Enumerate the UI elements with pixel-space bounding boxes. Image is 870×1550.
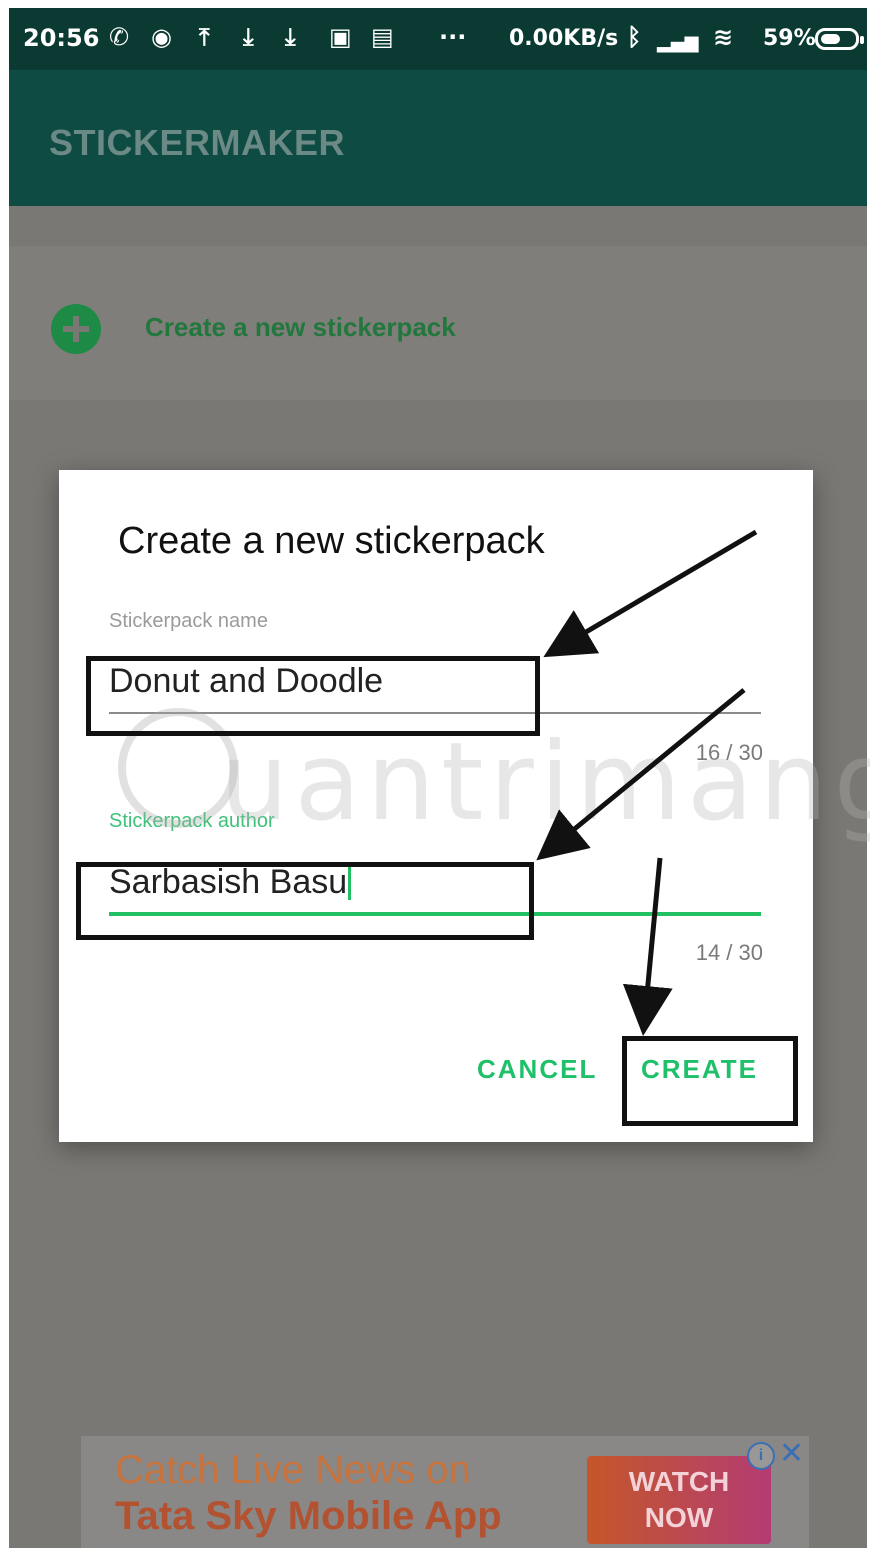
ad-banner[interactable]: Catch Live News on Tata Sky Mobile App W… xyxy=(81,1436,809,1548)
ad-line-1: Catch Live News on xyxy=(115,1448,471,1492)
bluetooth-icon: ᛒ xyxy=(627,23,642,51)
wifi-icon: ≋ xyxy=(713,23,734,51)
battery-percent: 59% xyxy=(763,26,816,51)
gallery-icon: ▣ xyxy=(329,23,352,51)
app-toolbar: STICKERMAKER xyxy=(9,70,867,206)
create-stickerpack-row[interactable]: Create a new stickerpack xyxy=(9,246,867,400)
ad-watch-now-button[interactable]: WATCH NOW xyxy=(587,1456,771,1544)
status-time: 20:56 xyxy=(23,24,100,52)
info-icon[interactable]: i xyxy=(747,1442,775,1470)
annotation-box-create xyxy=(622,1036,798,1126)
annotation-box-name xyxy=(86,656,540,736)
close-icon[interactable]: ✕ xyxy=(779,1436,804,1471)
ad-line-2: Tata Sky Mobile App xyxy=(115,1494,502,1538)
whatsapp-icon: ✆ xyxy=(109,23,130,51)
battery-level xyxy=(821,34,840,44)
ad-cta-line-2: NOW xyxy=(644,1502,714,1533)
more-dots-icon: ··· xyxy=(439,23,467,51)
annotation-box-author xyxy=(76,862,534,940)
add-circle-icon xyxy=(51,304,101,354)
app-title: STICKERMAKER xyxy=(49,122,346,163)
watermark-text: uantrimang xyxy=(220,720,870,845)
cancel-button[interactable]: CANCEL xyxy=(477,1054,597,1085)
stickerpack-name-label: Stickerpack name xyxy=(109,610,268,632)
message-icon: ▤ xyxy=(371,23,394,51)
battery-icon xyxy=(815,28,864,50)
create-stickerpack-label: Create a new stickerpack xyxy=(145,312,456,342)
stickerpack-author-counter: 14 / 30 xyxy=(695,940,763,965)
dialog-title: Create a new stickerpack xyxy=(118,520,545,562)
download-icon: ⤓ xyxy=(285,23,296,51)
download-icon: ⤓ xyxy=(243,23,254,51)
status-bar: 20:56 ✆ ◉ ⤒ ⤓ ⤓ ▣ ▤ ··· 0.00KB/s ᛒ ▂▄▆ ≋… xyxy=(9,8,867,70)
signal-icon: ▂▄▆ xyxy=(657,32,699,53)
notification-icon: ◉ xyxy=(151,23,172,51)
network-speed: 0.00KB/s xyxy=(509,26,619,51)
upload-icon: ⤒ xyxy=(199,23,210,51)
ad-cta-line-1: WATCH xyxy=(628,1466,730,1497)
